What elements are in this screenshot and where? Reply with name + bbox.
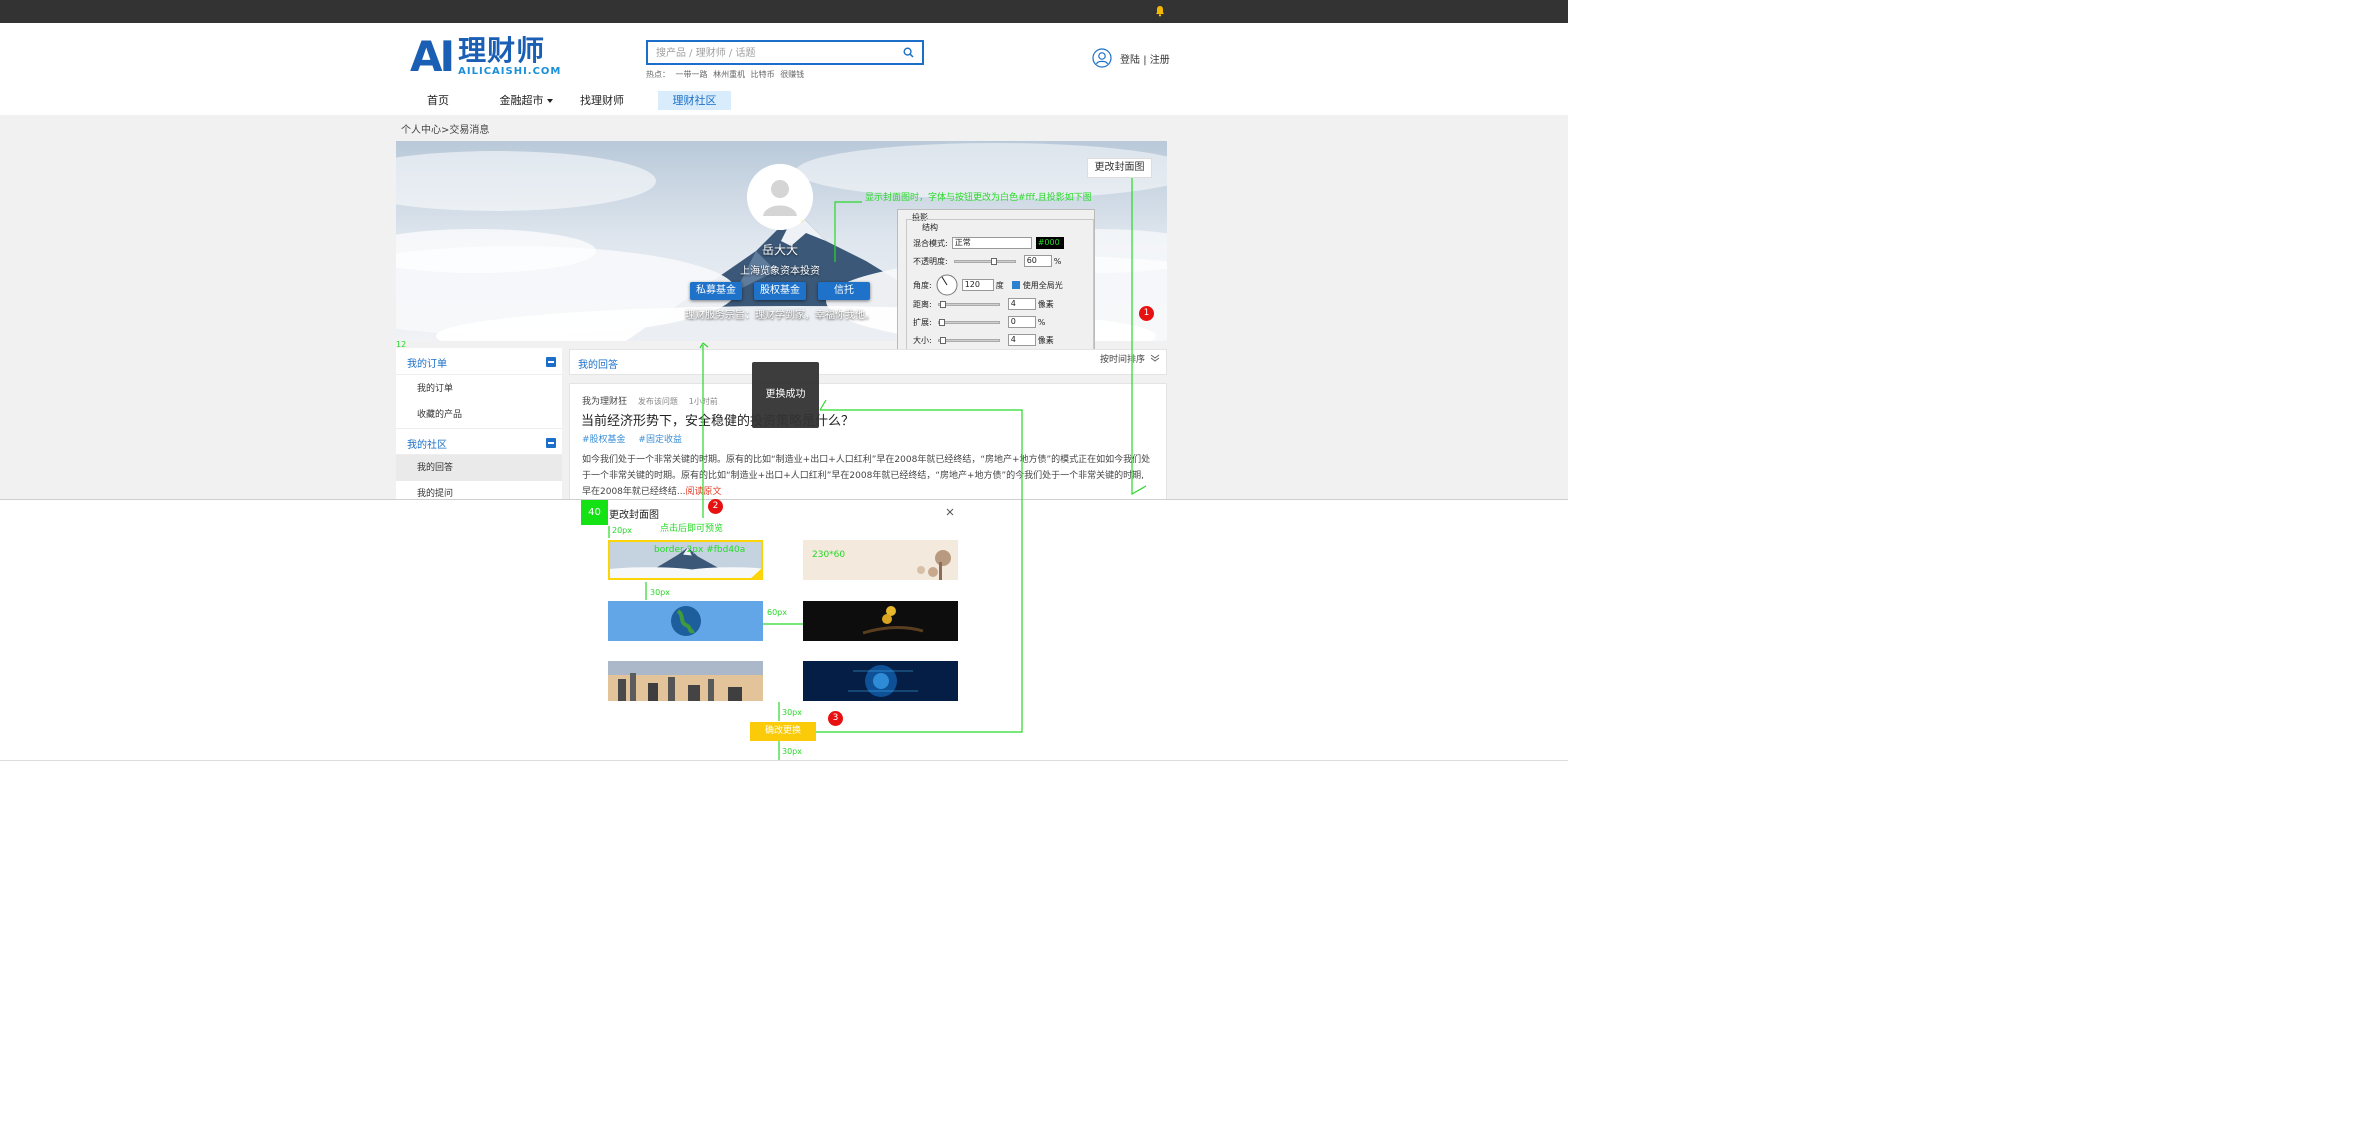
post-action: 发布该问题 xyxy=(637,397,678,406)
confirm-change-button[interactable]: 确改更换 xyxy=(750,722,816,741)
chevron-down-icon xyxy=(1150,354,1160,362)
hot-item[interactable]: 林州重机 xyxy=(713,70,745,79)
annotation-20px: 20px xyxy=(612,526,632,535)
site-logo[interactable]: AI 理财师 AILICAISHI.COM xyxy=(410,35,561,79)
cover-option-city[interactable] xyxy=(608,661,763,701)
angle-dial-icon[interactable] xyxy=(936,274,958,296)
close-icon[interactable] xyxy=(944,506,956,518)
annotation-badge: 3 xyxy=(828,711,843,726)
size-input[interactable]: 4 xyxy=(1007,334,1036,346)
hot-item[interactable]: 比特币 xyxy=(751,70,775,79)
opacity-input[interactable]: 60 xyxy=(1023,255,1052,267)
bottom-divider xyxy=(0,760,1568,761)
annotation-spacing: 12 xyxy=(396,340,407,349)
separator: | xyxy=(1143,54,1147,66)
nav-community[interactable]: 理财社区 xyxy=(658,91,731,110)
distance-input[interactable]: 4 xyxy=(1007,298,1036,310)
hot-item[interactable]: 一带一路 xyxy=(676,70,708,79)
sidebar-item-answers[interactable]: 我的回答 xyxy=(396,455,562,481)
content-tab-bar: 我的回答 xyxy=(569,349,1167,375)
annotation-60px: 60px xyxy=(767,608,787,617)
annotation-border: border 2px #fbd40a xyxy=(654,545,746,555)
sidebar-item-orders[interactable]: 我的订单 xyxy=(396,376,562,402)
cover-option-tech[interactable] xyxy=(803,661,958,701)
post-author[interactable]: 我为理财狂 xyxy=(582,397,627,407)
sidebar-group-orders[interactable]: 我的订单 xyxy=(396,348,562,375)
annotation-white-text: 显示封面图时，字体与按钮更改为白色#fff,且投影如下图 xyxy=(865,193,1092,203)
sidebar-group-community[interactable]: 我的社区 xyxy=(396,428,562,455)
size-slider[interactable] xyxy=(937,336,1000,344)
annotation-size: 230*60 xyxy=(812,550,846,560)
distance-slider[interactable] xyxy=(937,300,1000,308)
login-link[interactable]: 登陆 xyxy=(1120,55,1140,66)
annotation-click-preview: 点击后即可预览 xyxy=(660,524,724,534)
nav-market[interactable]: 金融超市 xyxy=(486,91,566,110)
minus-icon[interactable] xyxy=(546,438,556,448)
annotation-30px: 30px xyxy=(782,747,802,756)
annotation-badge: 1 xyxy=(1139,306,1154,321)
hot-item[interactable]: 很赚钱 xyxy=(780,70,804,79)
tag-trust[interactable]: 信托 xyxy=(818,282,870,300)
main-nav: 首页 金融超市 找理财师 理财社区 xyxy=(410,91,731,111)
logo-mark: AI xyxy=(410,32,455,81)
cover-option-globe[interactable] xyxy=(608,601,763,641)
answer-post: 我为理财狂 发布该问题 1小时前 当前经济形势下，安全稳健的投资策略是什么？ #… xyxy=(569,383,1167,500)
post-tags: #股权基金 #固定收益 xyxy=(582,432,692,445)
sidebar-item-favorites[interactable]: 收藏的产品 xyxy=(396,402,562,428)
search-box xyxy=(646,40,924,65)
tab-my-answers[interactable]: 我的回答 xyxy=(578,356,618,371)
minus-icon[interactable] xyxy=(546,357,556,367)
nav-find-planner[interactable]: 找理财师 xyxy=(566,91,638,110)
post-tag[interactable]: #股权基金 xyxy=(582,435,626,445)
shadow-settings-panel: 投影 结构 混合模式: 正常 #000 不透明度: 60 % 角度: 120 度… xyxy=(897,209,1095,357)
hot-topics: 热点： 一带一路 林州重机 比特币 很赚钱 xyxy=(646,69,807,80)
profile-company: 上海览象资本投资 xyxy=(740,266,820,277)
opacity-slider[interactable] xyxy=(953,257,1016,265)
read-more-link[interactable]: 阅读原文 xyxy=(686,487,722,497)
nav-home[interactable]: 首页 xyxy=(410,91,466,110)
profile-name: 岳大大 xyxy=(761,243,798,257)
chevron-down-icon xyxy=(546,99,553,103)
user-area: 登陆 | 注册 xyxy=(1092,48,1170,68)
tag-private-fund[interactable]: 私募基金 xyxy=(690,282,742,300)
annotation-badge: 2 xyxy=(708,499,723,514)
top-bar xyxy=(0,0,1568,23)
avatar[interactable] xyxy=(747,164,813,230)
logo-en: AILICAISHI.COM xyxy=(458,66,562,77)
sidebar: 我的订单 我的订单 收藏的产品 我的社区 我的回答 我的提问 xyxy=(396,348,562,500)
annotation-30px: 30px xyxy=(650,588,670,597)
blend-mode-select[interactable]: 正常 xyxy=(951,237,1032,249)
bell-icon[interactable] xyxy=(1154,5,1166,17)
post-body: 如今我们处于一个非常关键的时期。原有的比如“制造业+出口+人口红利”早在2008… xyxy=(582,455,1151,497)
shadow-color-swatch[interactable]: #000 xyxy=(1035,237,1064,249)
logo-cn: 理财师 xyxy=(458,34,546,67)
user-icon[interactable] xyxy=(1092,48,1112,68)
cover-option-gold[interactable] xyxy=(803,601,958,641)
sort-dropdown[interactable]: 按时间排序 xyxy=(1100,352,1160,365)
annotation-30px: 30px xyxy=(782,708,802,717)
register-link[interactable]: 注册 xyxy=(1150,55,1170,66)
spread-input[interactable]: 0 xyxy=(1007,316,1036,328)
post-time: 1小时前 xyxy=(688,397,718,406)
success-toast: 更换成功 xyxy=(752,362,819,428)
cover-option-flower[interactable] xyxy=(803,540,958,580)
search-icon[interactable] xyxy=(903,47,914,58)
search-input[interactable] xyxy=(656,46,896,61)
modal-title: 更改封面图 xyxy=(609,510,659,521)
global-light-checkbox[interactable] xyxy=(1011,281,1020,289)
post-tag[interactable]: #固定收益 xyxy=(638,435,682,445)
tag-equity-fund[interactable]: 股权基金 xyxy=(754,282,806,300)
annotation-size-box: 40 xyxy=(581,500,608,525)
profile-motto: 理财服务宗旨：理财学到家，幸福你我他。 xyxy=(685,310,875,321)
angle-input[interactable]: 120 xyxy=(961,279,994,291)
hot-label: 热点： xyxy=(646,70,670,79)
breadcrumb: 个人中心>交易消息 xyxy=(401,125,490,136)
change-cover-button[interactable]: 更改封面图 xyxy=(1087,158,1152,178)
spread-slider[interactable] xyxy=(937,318,1000,326)
